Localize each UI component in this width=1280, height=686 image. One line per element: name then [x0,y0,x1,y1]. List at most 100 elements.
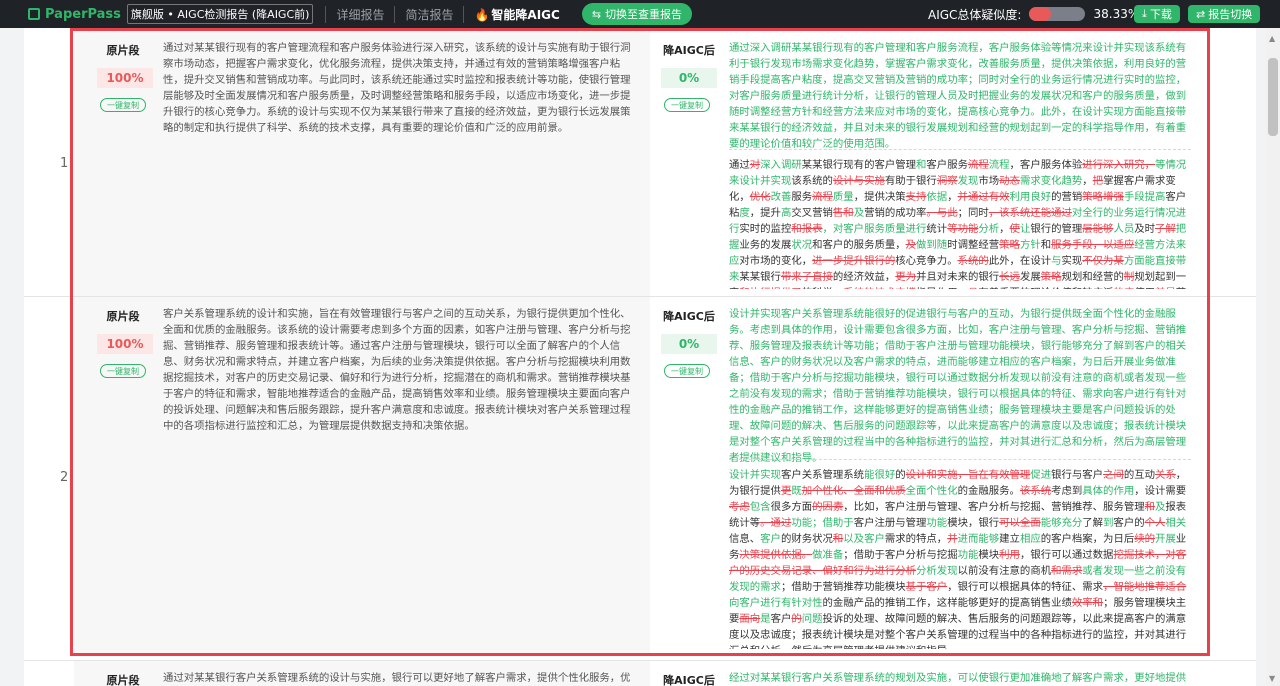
diff-text: 通过对深入调研某某银行现有的客户管理和客户服务流程流程，客户服务体验进行深入研究… [729,157,1191,289]
unchanged-text: 统计 [926,223,948,235]
original-text: 通过对某某银行现有的客户管理流程和客户服务体验进行深入研究，该系统的设计与实施有… [163,42,631,134]
edition-badge: 旗舰版 • AIGC检测报告 (降AIGC前) [126,4,314,24]
unchanged-text: 银行的管理 [1030,223,1083,235]
unchanged-text: ，客户服务体验 [1009,159,1083,171]
inserted-text: 流程 [988,159,1010,171]
inserted-text: 状况 [791,239,813,251]
inserted-text: 深入调研 [760,159,802,171]
deleted-text: ，智能地推荐适合 [1103,581,1187,593]
deleted-text: 了解 [1155,223,1176,235]
overall-progress-fill [1029,7,1051,21]
deleted-text: 动态 [999,175,1020,187]
unchanged-text: 客户注册与管理 [853,517,927,529]
rewritten-column: 降AIGC后 0% 一键复制 通过深入调研某某银行现有的客户管理和客户服务流程，… [650,31,1204,296]
inserted-text: 方针 [1019,239,1041,251]
deleted-text: 和 [832,533,844,545]
deleted-text: 、系统的技术支撑 [833,287,916,289]
unchanged-text: ，提供决策 [853,191,906,203]
vertical-scrollbar[interactable]: ▲ ▼ [1266,28,1280,686]
unchanged-text: 对市场的变化， [739,255,813,267]
deleted-text: 可以全面 [999,517,1041,529]
app-logo[interactable]: PaperPass [28,7,121,22]
inserted-text: 全面个性化 [905,485,958,497]
report-switch-icon: ⇄ [1196,7,1206,21]
inserted-text: 人员 [1113,223,1135,235]
unchanged-text: 此外，在设计 [988,255,1052,267]
section-row: 原片段 通过对某某银行客户关系管理系统的设计与实施，银行可以更好地了解客户需求，… [74,661,1204,686]
inserted-text: 向客户进行有针对性 [729,597,823,609]
nav-smart-reduce-label: 智能降AIGC [491,7,560,22]
scroll-up-icon[interactable]: ▲ [1269,34,1275,43]
unchanged-text: 时调整经营 [947,239,1000,251]
overall-label: AIGC总体疑似度: [928,7,1022,22]
unchanged-text: ，银行可以通过数据 [1019,549,1114,561]
reduced-percent: 0% [661,334,717,354]
inserted-text: 与 [1051,255,1062,267]
original-text: 客户关系管理系统的设计和实施，旨在有效管理银行与客户之间的互动关系，为银行提供更… [163,308,631,432]
report-switch-button[interactable]: ⇄ 报告切换 [1188,5,1261,23]
unchanged-text: 需求的特点， [884,533,948,545]
unchanged-text: 的科学 [802,287,833,289]
nav-smart-reduce-aigc[interactable]: 🔥 智能降AIGC [463,5,569,23]
scroll-thumb[interactable] [1268,58,1278,136]
inserted-text: 能够充分 [1040,517,1083,529]
unchanged-text: ，提升 [749,207,781,219]
inserted-text: 分析发现 [916,565,958,577]
inserted-text: 以及客户 [843,533,885,545]
inserted-text: 发现 [957,175,979,187]
deleted-text: 策略 [1040,271,1062,283]
deleted-text: 面向 [739,613,761,625]
deleted-text: 洞察 [936,175,958,187]
row-index: 2 [60,470,69,485]
inserted-text: 依据 [926,191,948,203]
overall-aigc-score: AIGC总体疑似度: 38.33% [928,0,1139,28]
download-button[interactable]: ⤓ 下载 [1134,5,1180,23]
switch-to-plagiarism-button[interactable]: ⇆ 切换至查重报告 [581,3,693,25]
original-column: 原片段 通过对某某银行客户关系管理系统的设计与实施，银行可以更好地了解客户需求，… [74,661,650,686]
inserted-text: 促进 [1030,469,1052,481]
overall-progress-bar [1029,7,1086,21]
copy-original-button[interactable]: 一键复制 [100,364,146,378]
scroll-down-icon[interactable]: ▼ [1269,674,1275,683]
inserted-text: 开展 [1155,533,1176,545]
deleted-text: 系统的 [957,255,989,267]
deleted-text: 等功能 [947,223,979,235]
flame-icon: 🔥 [474,7,490,22]
deleted-text: 的应 [1113,287,1134,289]
divider [729,149,1191,150]
inserted-text: 具体的作用 [1082,485,1135,497]
copy-rewritten-button[interactable]: 一键复制 [664,364,710,378]
inserted-text: 需求变化趋势 [1019,175,1083,187]
rewritten-text: 经过对某某银行客户关系管理系统的规划及实施，可以使银行更加准确地了解客户需求，更… [729,672,1187,684]
switch-label: 切换至查重报告 [605,8,683,21]
unchanged-text: 模块 [978,549,1000,561]
unchanged-text: 和客户的服务质量， [812,239,906,251]
copy-rewritten-button[interactable]: 一键复制 [664,98,710,112]
deleted-text: 服务手段，以适应 [1051,239,1135,251]
original-percent: 100% [97,334,153,354]
deleted-text: 支持 [905,191,927,203]
unchanged-text: 使用 [1134,287,1155,289]
deleted-text: 和需求 [1051,565,1083,577]
unchanged-text: ， [999,223,1010,235]
original-column: 原片段 100% 一键复制 客户关系管理系统的设计和实施，旨在有效管理银行与客户… [74,297,650,653]
reduced-label: 降AIGC后 [663,674,715,686]
unchanged-text: 业务的发展 [739,239,792,251]
unchanged-text: 如，客户注册与管理、客户分析与挖掘、营销推荐、服务管理 [864,501,1145,513]
unchanged-text: 方面 [791,501,813,513]
rewritten-text: 设计并实现客户关系管理系统能很好的促进银行与客户的互动，为银行提供既全面个性化的… [729,308,1187,464]
report-switch-label: 报告切换 [1208,8,1253,21]
inserted-text: 手段提高 [1123,191,1166,203]
deleted-text: 关系 [1155,469,1176,481]
unchanged-text: 客户服务 [926,159,968,171]
nav-detailed-report[interactable]: 详细报告 [325,5,394,23]
unchanged-text: 通过 [729,159,750,171]
copy-original-button[interactable]: 一键复制 [100,98,146,112]
nav-simple-report[interactable]: 简洁报告 [394,5,463,23]
deleted-text: 考虑 [729,501,750,513]
unchanged-text: 的财务状况 [780,533,833,545]
unchanged-text: 银行与客户 [1051,469,1104,481]
deleted-text: 策略 [999,239,1020,251]
deleted-text: 决策提供依据。 [739,549,813,561]
unchanged-text: 广泛 [1093,287,1114,289]
